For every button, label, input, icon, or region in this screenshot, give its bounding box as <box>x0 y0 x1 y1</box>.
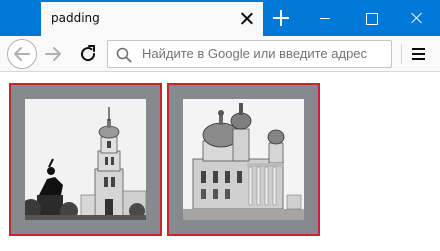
tab-close-icon[interactable] <box>240 12 253 25</box>
close-window-button[interactable] <box>394 0 440 36</box>
new-tab-icon[interactable] <box>272 9 290 27</box>
search-icon <box>116 47 132 63</box>
navigation-toolbar: Найдите в Google или введите адрес <box>0 36 440 72</box>
tab-active[interactable]: padding <box>41 2 263 36</box>
image-frame <box>9 83 162 236</box>
reload-icon <box>81 45 96 62</box>
arrow-left-icon <box>14 47 30 61</box>
back-button[interactable] <box>7 39 37 69</box>
url-input[interactable]: Найдите в Google или введите адрес <box>142 41 391 67</box>
minimize-button[interactable] <box>302 0 348 36</box>
toolbar-divider <box>401 44 402 64</box>
church-photo <box>183 99 304 220</box>
forward-button[interactable] <box>42 42 66 66</box>
bell-tower-photo <box>25 99 146 220</box>
page-content <box>0 73 440 251</box>
address-bar[interactable]: Найдите в Google или введите адрес <box>107 40 392 68</box>
tab-title: padding <box>51 11 100 25</box>
hamburger-menu-icon[interactable] <box>410 45 428 63</box>
title-bar: padding <box>0 0 440 36</box>
maximize-button[interactable] <box>348 0 394 36</box>
arrow-right-icon <box>45 47 61 61</box>
reload-button[interactable] <box>76 42 100 66</box>
image-frame <box>167 83 320 236</box>
